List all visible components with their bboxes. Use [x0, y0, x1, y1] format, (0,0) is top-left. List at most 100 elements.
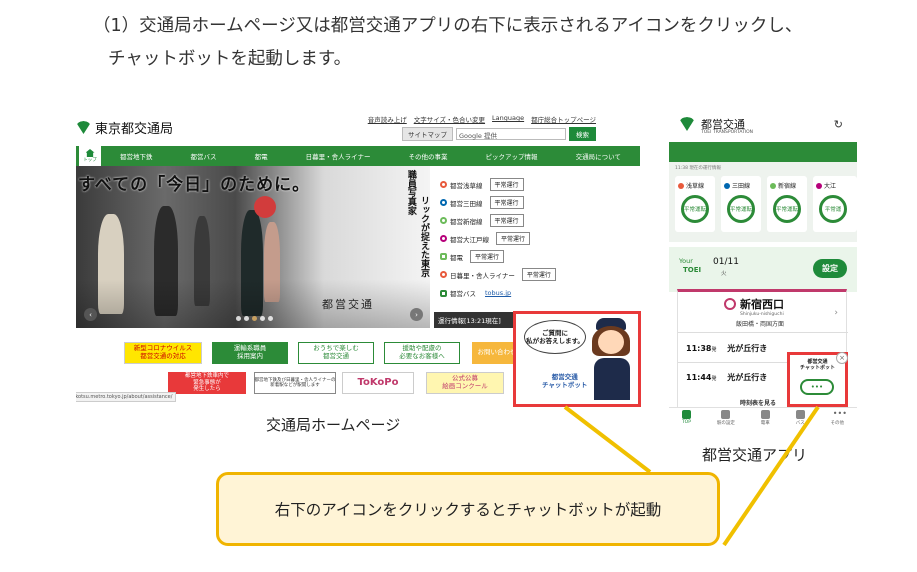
chatbot-character-body — [594, 358, 630, 400]
app-line-card[interactable]: 新宿線 平常運転 — [767, 176, 807, 232]
line-name: 都営三田線 — [450, 199, 483, 208]
hero-carousel[interactable]: すべての「今日」のために。 職員写真家 リックが捉えた東京 都営交通 ‹ › — [76, 166, 430, 328]
app-line-card[interactable]: 三田線 平常運転 — [721, 176, 761, 232]
site-top-link[interactable]: Language — [492, 114, 524, 124]
site-search-button[interactable]: 検索 — [569, 127, 596, 141]
hero-dot[interactable] — [236, 316, 241, 321]
site-top-links: 音声読み上げ 文字サイズ・色合い変更 Language 都庁総合トップページ — [368, 114, 596, 124]
hero-next-icon[interactable]: › — [410, 308, 423, 321]
hero-vertical-text: リックが捉えた東京 — [419, 196, 429, 277]
tab-top[interactable]: TOP — [681, 410, 691, 425]
hero-dot[interactable] — [260, 316, 265, 321]
departure-time: 11:38 — [686, 344, 712, 353]
callout-text: 右下のアイコンをクリックするとチャットボットが起動 — [274, 501, 662, 519]
hero-dot[interactable] — [244, 316, 249, 321]
line-status: 平常運行 — [489, 178, 524, 191]
line-dot-icon — [440, 235, 447, 242]
line-status-row[interactable]: 日暮里・舎人ライナー 平常運行 — [440, 268, 556, 281]
app-line-card[interactable]: 浅草線 平常運転 — [675, 176, 715, 232]
tab-train[interactable]: 電車 — [760, 410, 770, 426]
nav-item[interactable]: その他の事業 — [409, 151, 448, 161]
instruction-line-1: （1）交通局ホームページ又は都営交通アプリの右下に表示されるアイコンをクリックし… — [93, 16, 803, 36]
line-status-row[interactable]: 都営大江戸線 平常運行 — [440, 232, 531, 245]
refresh-icon[interactable]: ↻ — [834, 118, 843, 131]
banner-new-stations[interactable]: 都営地下鉄及び日暮里・舎人ライナーの 新着駅などが駅開します — [254, 372, 336, 394]
nav-item[interactable]: 交通局について — [576, 151, 621, 161]
banner-covid[interactable]: 新型コロナウイルス 都営交通の対応 — [124, 342, 202, 364]
service-status-panel: 都営浅草線 平常運行 都営三田線 平常運行 都営新宿線 平常運行 都営大江戸線 … — [434, 166, 594, 328]
site-top-link[interactable]: 音声読み上げ — [368, 114, 407, 124]
hero-prev-icon[interactable]: ‹ — [84, 308, 97, 321]
app-line-card[interactable]: 大江 平常運 — [813, 176, 857, 232]
ginkgo-logo-icon — [679, 117, 695, 131]
line-dot-icon — [440, 181, 447, 188]
departure-destination: 光が丘行き — [727, 373, 768, 382]
site-top-link[interactable]: 文字サイズ・色合い変更 — [414, 114, 485, 124]
banner-recruit[interactable]: 運輸系職員 採用案内 — [212, 342, 288, 364]
app-timetable-link[interactable]: 時刻表を見る — [740, 398, 776, 407]
website-chatbot-highlight[interactable]: ご質問に 私がお答えします。 都営交通 チャットボット — [513, 311, 641, 407]
line-name: 都電 — [450, 253, 463, 262]
app-date: 01/11 — [713, 257, 739, 267]
banner-emergency[interactable]: 都営地下鉄車内で 緊急事態が 発生したら — [168, 372, 246, 394]
line-status-row[interactable]: 都電 平常運行 — [440, 250, 505, 263]
tab-label: 電車 — [760, 421, 770, 426]
tab-label: TOP — [681, 420, 691, 425]
app-station-name: 新宿西口 — [740, 298, 784, 311]
banner-home-fun[interactable]: おうちで楽しむ 都営交通 — [298, 342, 374, 364]
sitemap-button[interactable]: サイトマップ — [402, 127, 453, 141]
app-logo-sub: TOEI TRANSPORTATION — [701, 130, 754, 135]
line-status-row[interactable]: 都営浅草線 平常運行 — [440, 178, 524, 191]
hero-dot[interactable] — [268, 316, 273, 321]
app-departure-row[interactable]: 11:38発 光が丘行き — [686, 343, 767, 354]
divider — [678, 332, 848, 333]
banner-assistance[interactable]: 援助や配慮の 必要なお客様へ — [384, 342, 460, 364]
tram-icon — [440, 253, 447, 260]
nav-home-button[interactable]: トップ — [79, 146, 101, 166]
tab-bus[interactable]: バス — [795, 410, 805, 426]
status-url: https://www.kotsu.metro.tokyo.jp/about/a… — [76, 392, 177, 402]
app-departure-row[interactable]: 11:44発 光が丘行き — [686, 372, 767, 383]
tab-station[interactable]: 駅の設定 — [717, 410, 735, 426]
close-icon[interactable]: × — [836, 352, 848, 364]
line-dot-icon — [770, 182, 776, 189]
line-dot-icon — [816, 182, 822, 189]
site-main-nav: トップ 都営地下鉄 都営バス 都電 日暮里・舎人ライナー その他の事業 ピックア… — [76, 146, 640, 166]
line-status-row[interactable]: 都営バス tobus.jp — [440, 288, 511, 298]
hero-brand: 都営交通 — [322, 298, 374, 311]
app-header: 都営交通 TOEI TRANSPORTATION ↻ — [669, 109, 857, 141]
line-status-row[interactable]: 都営新宿線 平常運行 — [440, 214, 524, 227]
bus-site-link[interactable]: tobus.jp — [485, 289, 511, 297]
app-station-header: 新宿西口 — [724, 296, 784, 312]
site-top-link[interactable]: 都庁総合トップページ — [531, 114, 596, 124]
line-dot-icon — [440, 271, 447, 278]
app-line-status-ring: 平常運 — [819, 195, 847, 223]
tab-more[interactable]: ••• その他 — [831, 409, 847, 427]
banner-tokopo[interactable]: ToKoPo — [342, 372, 414, 394]
nav-item[interactable]: 都営地下鉄 — [120, 151, 153, 161]
app-chatbot-label: 都営交通 チャットボット — [800, 359, 835, 371]
line-status: 平常運行 — [470, 250, 505, 263]
site-search-input[interactable]: Google 提供 — [456, 128, 566, 140]
hero-dot[interactable] — [252, 316, 257, 321]
banner-painting-contest[interactable]: 公式公募 絵画コンクール — [426, 372, 504, 394]
nav-item[interactable]: ピックアップ情報 — [486, 151, 538, 161]
chatbot-label: 都営交通 チャットボット — [542, 373, 588, 389]
more-dots-icon: ••• — [832, 409, 847, 418]
departure-destination: 光が丘行き — [727, 344, 768, 353]
nav-item[interactable]: 都営バス — [191, 151, 217, 161]
line-dot-icon — [678, 182, 684, 189]
app-line-name: 浅草線 — [686, 183, 705, 190]
ginkgo-tab-icon — [681, 410, 691, 419]
app-line-status-ring: 平常運転 — [773, 195, 801, 223]
chevron-right-icon[interactable]: › — [834, 308, 838, 318]
app-settings-button[interactable]: 設定 — [813, 259, 847, 278]
site-logo[interactable]: 東京都交通局 — [76, 118, 173, 137]
nav-item[interactable]: 日暮里・舎人ライナー — [306, 151, 371, 161]
app-line-status-ring: 平常運転 — [727, 195, 755, 223]
line-status-row[interactable]: 都営三田線 平常運行 — [440, 196, 524, 209]
nav-item[interactable]: 都電 — [255, 151, 268, 161]
chatbot-character-face — [598, 330, 624, 354]
tab-label: 駅の設定 — [716, 421, 735, 426]
app-line-status: 11:38 現在の運行情報 浅草線 平常運転 三田線 平常運転 新宿線 平常運転… — [669, 162, 857, 242]
